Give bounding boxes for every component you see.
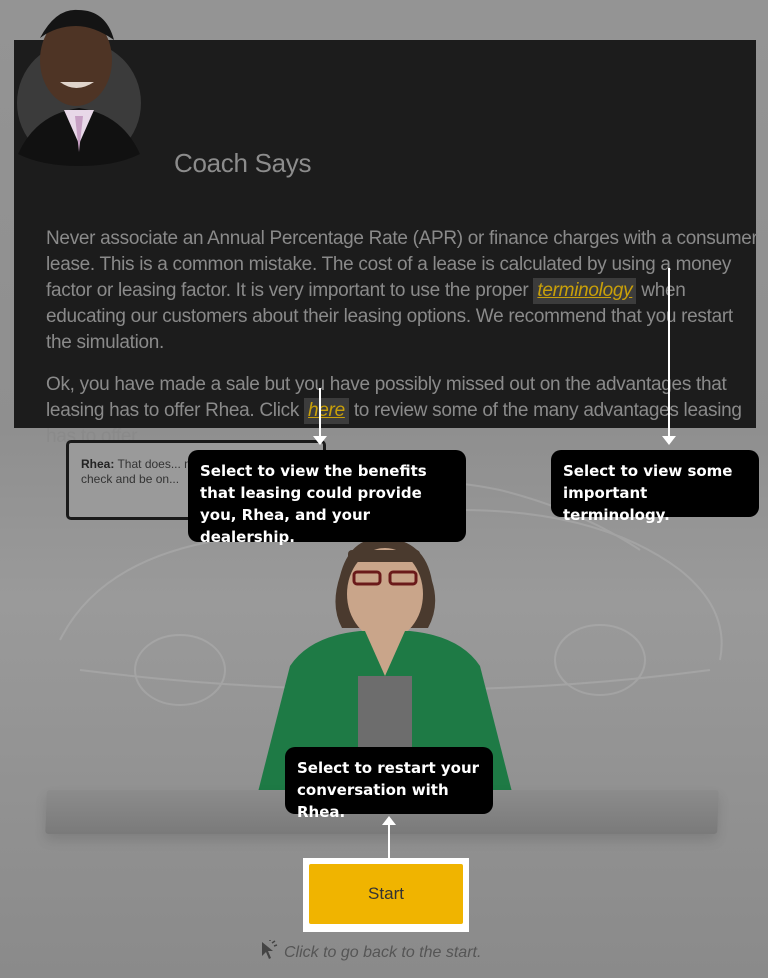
benefits-arrow <box>313 436 327 445</box>
cursor-icon <box>262 940 278 959</box>
start-button-frame: Start <box>303 858 469 932</box>
benefits-callout: Select to view the benefits that leasing… <box>188 450 466 546</box>
coach-paragraph-1: Never associate an Annual Percentage Rat… <box>46 226 758 356</box>
terminology-connector <box>668 268 670 438</box>
terminology-link[interactable]: terminology <box>537 280 632 301</box>
start-button[interactable]: Start <box>309 864 463 924</box>
restart-connector <box>388 824 390 860</box>
restart-callout: Select to restart your conversation with… <box>285 747 493 821</box>
here-highlight[interactable]: here <box>304 398 349 424</box>
hint-text: Click to go back to the start. <box>284 944 482 961</box>
terminology-highlight[interactable]: terminology <box>533 278 637 304</box>
coach-paragraph-2: Ok, you have made a sale but you have po… <box>46 372 758 450</box>
coach-avatar <box>17 9 141 166</box>
terminology-callout: Select to view some important terminolog… <box>551 450 759 524</box>
terminology-arrow <box>662 436 676 445</box>
benefits-connector <box>319 388 321 438</box>
here-link[interactable]: here <box>308 400 345 421</box>
coach-message: Never associate an Annual Percentage Rat… <box>46 226 758 466</box>
coach-title: Coach Says <box>174 148 312 178</box>
speech-speaker: Rhea: <box>81 457 115 471</box>
